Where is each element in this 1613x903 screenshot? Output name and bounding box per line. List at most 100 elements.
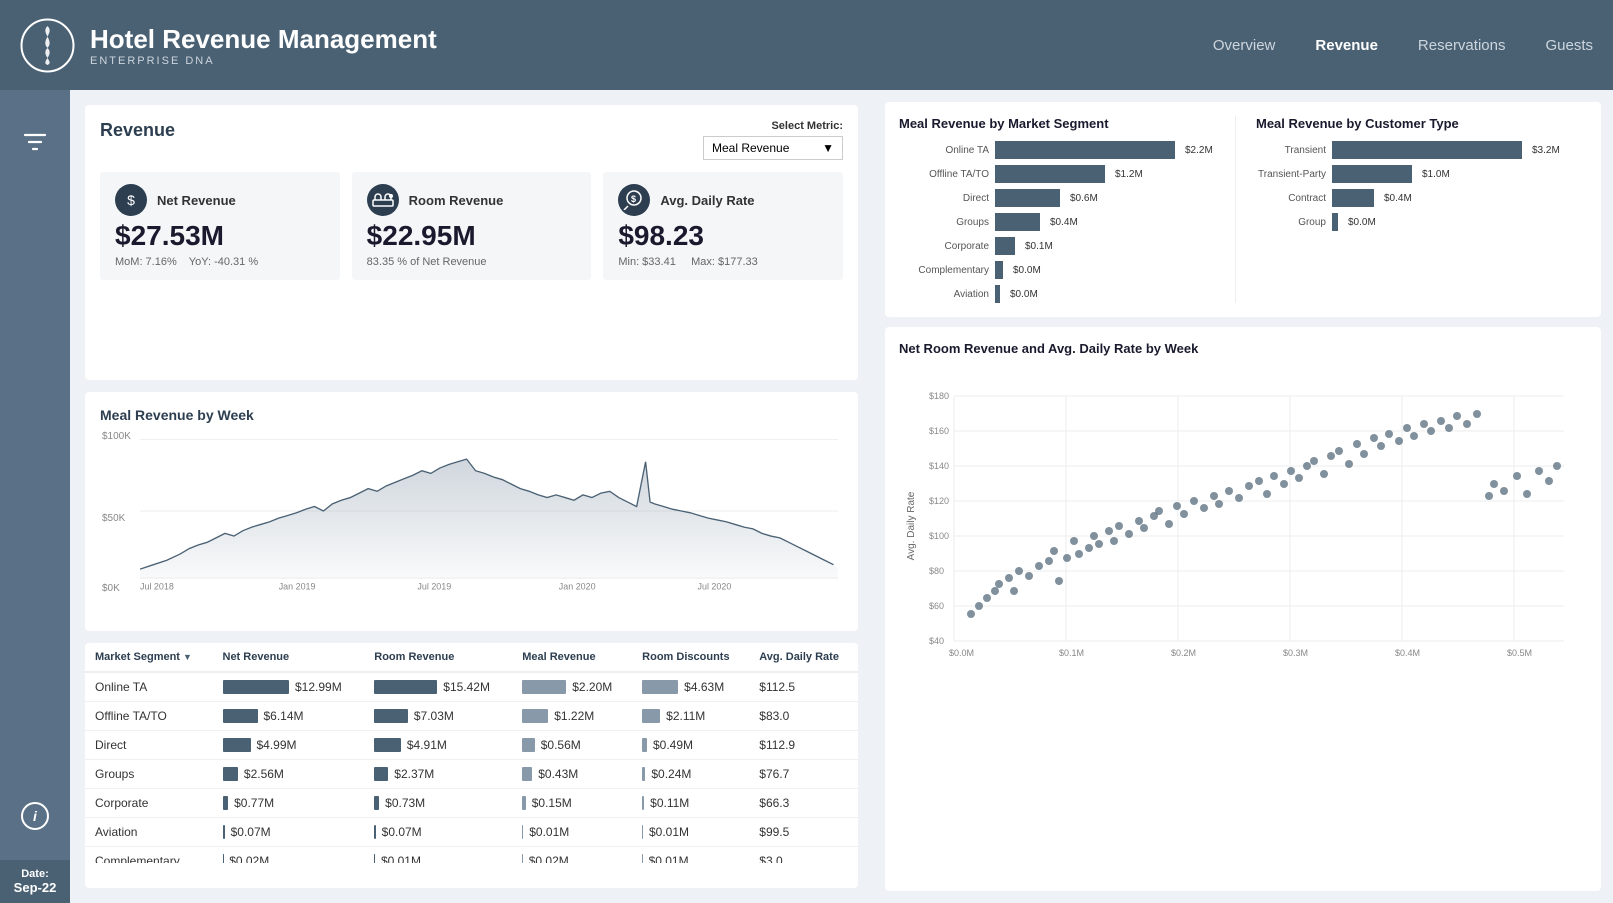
- cell-net: $12.99M: [213, 672, 365, 702]
- col-meal-revenue[interactable]: Meal Revenue: [512, 643, 632, 672]
- cell-segment: Offline TA/TO: [85, 702, 213, 731]
- cell-disc: $4.63M: [632, 672, 749, 702]
- cell-room: $2.37M: [364, 760, 512, 789]
- cell-room: $7.03M: [364, 702, 512, 731]
- svg-text:Jul 2019: Jul 2019: [417, 582, 451, 591]
- cell-segment: Groups: [85, 760, 213, 789]
- room-revenue-value: $22.95M: [367, 220, 577, 252]
- cell-disc: $2.11M: [632, 702, 749, 731]
- bar-value: $0.0M: [1010, 289, 1038, 300]
- svg-text:$40: $40: [929, 636, 944, 646]
- table-row: Corporate $0.77M $0.73M $0.15M: [85, 789, 858, 818]
- nav-guests[interactable]: Guests: [1545, 37, 1593, 54]
- cell-adr: $76.7: [749, 760, 858, 789]
- bar-fill: [995, 237, 1015, 255]
- select-metric-label: Select Metric:: [771, 120, 843, 132]
- metric-dropdown[interactable]: Meal Revenue ▼: [703, 136, 843, 160]
- market-bar-row: Aviation $0.0M: [899, 285, 1230, 303]
- bar-fill: [995, 213, 1040, 231]
- filter-icon[interactable]: [13, 120, 57, 170]
- market-segment-chart-title: Meal Revenue by Market Segment: [899, 116, 1230, 131]
- svg-text:Jan 2020: Jan 2020: [559, 582, 596, 591]
- table-body: Online TA $12.99M $15.42M $2.20M: [85, 672, 858, 863]
- kpi-room-revenue: Room Revenue $22.95M 83.35 % of Net Reve…: [352, 172, 592, 280]
- room-revenue-icon: [367, 184, 399, 216]
- customer-bar-row: Transient-Party $1.0M: [1256, 165, 1587, 183]
- nav-reservations[interactable]: Reservations: [1418, 37, 1506, 54]
- cell-room: $0.01M: [364, 847, 512, 864]
- col-segment[interactable]: Market Segment ▼: [85, 643, 213, 672]
- svg-text:$0.3M: $0.3M: [1283, 648, 1308, 656]
- table-row: Complementary $0.02M $0.01M $0.02M: [85, 847, 858, 864]
- table-row: Direct $4.99M $4.91M $0.56M: [85, 731, 858, 760]
- select-metric-group: Select Metric: Meal Revenue ▼: [703, 120, 843, 160]
- svg-text:$: $: [631, 194, 636, 204]
- cell-segment: Online TA: [85, 672, 213, 702]
- col-room-revenue[interactable]: Room Revenue: [364, 643, 512, 672]
- adr-value: $98.23: [618, 220, 828, 252]
- bar-label: Contract: [1256, 193, 1326, 204]
- cell-net: $4.99M: [213, 731, 365, 760]
- cell-net: $0.77M: [213, 789, 365, 818]
- cell-segment: Complementary: [85, 847, 213, 864]
- market-segment-bar-chart: Meal Revenue by Market Segment Online TA…: [899, 116, 1230, 303]
- col-adr[interactable]: Avg. Daily Rate: [749, 643, 858, 672]
- nav-overview[interactable]: Overview: [1213, 37, 1276, 54]
- customer-bar-row: Group $0.0M: [1256, 213, 1587, 231]
- cell-meal: $0.15M: [512, 789, 632, 818]
- cell-meal: $2.20M: [512, 672, 632, 702]
- cell-disc: $0.24M: [632, 760, 749, 789]
- bar-label: Aviation: [899, 289, 989, 300]
- bar-fill: [1332, 213, 1338, 231]
- market-segment-bars: Online TA $2.2MOffline TA/TO $1.2MDirect…: [899, 141, 1230, 303]
- y-label-100k: $100K: [102, 431, 131, 442]
- adr-icon: $: [618, 184, 650, 216]
- table-wrapper[interactable]: Market Segment ▼ Net Revenue Room Revenu…: [85, 643, 858, 863]
- cell-net: $6.14M: [213, 702, 365, 731]
- bar-value: $3.2M: [1532, 145, 1560, 156]
- cell-net: $0.07M: [213, 818, 365, 847]
- cell-room: $15.42M: [364, 672, 512, 702]
- col-net-revenue[interactable]: Net Revenue: [213, 643, 365, 672]
- main-nav: Overview Revenue Reservations Guests: [1213, 37, 1593, 54]
- cell-room: $0.07M: [364, 818, 512, 847]
- sidebar: i Date: Sep-22: [0, 90, 70, 903]
- main-content: Revenue Select Metric: Meal Revenue ▼ $ …: [70, 90, 873, 903]
- table-row: Aviation $0.07M $0.07M $0.01M: [85, 818, 858, 847]
- chevron-down-icon: ▼: [822, 141, 834, 155]
- y-label-0k: $0K: [102, 583, 120, 594]
- sort-arrow: ▼: [183, 652, 192, 662]
- adr-sub: Min: $33.41 Max: $177.33: [618, 256, 828, 268]
- revenue-panel: Revenue Select Metric: Meal Revenue ▼ $ …: [85, 105, 858, 380]
- cell-net: $2.56M: [213, 760, 365, 789]
- svg-text:Jul 2020: Jul 2020: [698, 582, 732, 591]
- bar-label: Groups: [899, 217, 989, 228]
- bar-value: $0.0M: [1348, 217, 1376, 228]
- body-layout: i Date: Sep-22 Revenue Select Metric: Me…: [0, 90, 1613, 903]
- cell-meal: $0.01M: [512, 818, 632, 847]
- nav-revenue[interactable]: Revenue: [1315, 37, 1378, 54]
- bar-value: $0.1M: [1025, 241, 1053, 252]
- customer-type-bar-chart: Meal Revenue by Customer Type Transient …: [1241, 116, 1587, 303]
- cell-disc: $0.49M: [632, 731, 749, 760]
- bar-value: $1.2M: [1115, 169, 1143, 180]
- cell-room: $4.91M: [364, 731, 512, 760]
- market-bar-row: Groups $0.4M: [899, 213, 1230, 231]
- bar-value: $0.0M: [1013, 265, 1041, 276]
- col-room-discounts[interactable]: Room Discounts: [632, 643, 749, 672]
- svg-text:$60: $60: [929, 601, 944, 611]
- adr-label: Avg. Daily Rate: [660, 193, 754, 208]
- svg-text:$0.5M: $0.5M: [1507, 648, 1532, 656]
- svg-text:$0.0M: $0.0M: [949, 648, 974, 656]
- info-button[interactable]: i: [0, 802, 70, 830]
- scatter-svg: Avg. Daily Rate $40 $60 $80 $100 $120 $1…: [899, 366, 1579, 656]
- data-table: Market Segment ▼ Net Revenue Room Revenu…: [85, 643, 858, 863]
- bar-fill: [995, 189, 1060, 207]
- svg-text:$140: $140: [929, 461, 949, 471]
- bar-value: $0.4M: [1384, 193, 1412, 204]
- bar-label: Direct: [899, 193, 989, 204]
- market-bar-row: Complementary $0.0M: [899, 261, 1230, 279]
- cell-adr: $112.9: [749, 731, 858, 760]
- bar-label: Transient-Party: [1256, 169, 1326, 180]
- market-bar-row: Corporate $0.1M: [899, 237, 1230, 255]
